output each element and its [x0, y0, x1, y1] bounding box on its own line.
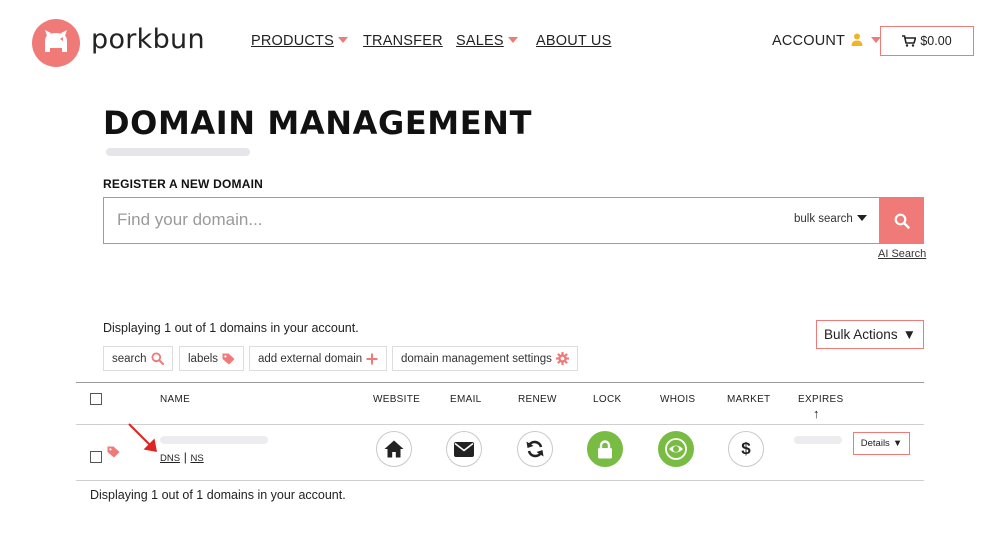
row-divider	[76, 480, 924, 481]
column-whois: WHOIS	[660, 394, 696, 405]
market-button[interactable]: $	[728, 431, 764, 467]
search-icon	[151, 352, 164, 365]
nav-sales-label: SALES	[456, 33, 504, 49]
whois-privacy-button[interactable]	[658, 431, 694, 467]
nav-products[interactable]: PRODUCTS	[251, 33, 348, 49]
register-domain-label: REGISTER A NEW DOMAIN	[103, 177, 263, 191]
nav-products-label: PRODUCTS	[251, 33, 334, 49]
cart-button[interactable]: $0.00	[880, 26, 974, 56]
domain-search-input[interactable]	[117, 210, 757, 230]
user-icon	[851, 33, 863, 46]
eye-icon	[665, 438, 687, 460]
plus-icon	[366, 353, 378, 364]
sort-arrow-icon[interactable]: ↑	[813, 406, 820, 421]
dollar-icon: $	[741, 439, 751, 458]
nav-transfer[interactable]: TRANSFER	[363, 33, 443, 49]
filter-label: labels	[188, 352, 219, 365]
caret-down-icon: ▼	[892, 438, 903, 449]
account-placeholder-bar	[106, 148, 250, 156]
column-market: MARKET	[727, 394, 771, 405]
porkbun-logo[interactable]	[32, 19, 80, 67]
cart-total: $0.00	[920, 34, 952, 48]
column-renew: RENEW	[518, 394, 557, 405]
ns-link[interactable]: NS	[190, 453, 203, 464]
row-checkbox[interactable]	[90, 451, 102, 463]
pig-icon	[45, 30, 67, 52]
envelope-icon	[454, 441, 474, 457]
lock-button[interactable]	[587, 431, 623, 467]
account-menu[interactable]: ACCOUNT	[772, 33, 882, 49]
cart-icon	[902, 35, 917, 47]
tag-icon	[222, 353, 235, 364]
nav-about-us[interactable]: ABOUT US	[536, 33, 611, 49]
table-top-divider	[76, 382, 924, 383]
chevron-down-icon	[507, 37, 518, 43]
website-button[interactable]	[376, 431, 412, 467]
select-all-checkbox[interactable]	[90, 393, 102, 405]
bulk-actions-label: Bulk Actions	[824, 327, 898, 342]
filter-search-button[interactable]: search	[103, 346, 173, 371]
domain-name-placeholder[interactable]	[160, 436, 268, 444]
search-button[interactable]	[879, 197, 924, 244]
bulk-search-label: bulk search	[794, 213, 853, 225]
filter-label: domain management settings	[401, 352, 552, 365]
domain-management-settings-button[interactable]: domain management settings	[392, 346, 578, 371]
email-button[interactable]	[446, 431, 482, 467]
brand-name[interactable]: porkbun	[91, 24, 205, 55]
dns-link[interactable]: DNS	[160, 453, 180, 464]
column-website: WEBSITE	[373, 394, 421, 405]
bulk-search-toggle[interactable]: bulk search	[794, 213, 867, 225]
domain-search-box: bulk search	[103, 197, 924, 244]
column-lock: LOCK	[593, 394, 622, 405]
domain-count-text: Displaying 1 out of 1 domains in your ac…	[103, 321, 359, 335]
link-separator: |	[183, 450, 187, 464]
caret-down-icon	[856, 215, 867, 221]
account-label: ACCOUNT	[772, 33, 845, 49]
renew-button[interactable]	[517, 431, 553, 467]
domain-count-text-bottom: Displaying 1 out of 1 domains in your ac…	[90, 488, 346, 502]
add-external-domain-button[interactable]: add external domain	[249, 346, 388, 371]
chevron-down-icon	[337, 37, 348, 43]
column-email: EMAIL	[450, 394, 482, 405]
annotation-arrow-icon	[128, 423, 157, 452]
lock-icon	[598, 439, 612, 458]
column-expires[interactable]: EXPIRES	[798, 394, 843, 405]
expiry-date-placeholder	[794, 436, 842, 444]
page-title: DOMAIN MANAGEMENT	[103, 104, 532, 142]
column-name[interactable]: NAME	[160, 394, 190, 405]
filter-labels-button[interactable]: labels	[179, 346, 245, 371]
nav-sales[interactable]: SALES	[456, 33, 518, 49]
header-row-divider	[76, 424, 924, 425]
refresh-icon	[526, 440, 544, 458]
ai-search-link[interactable]: AI Search	[878, 248, 926, 260]
filter-label: add external domain	[258, 352, 363, 365]
tag-icon[interactable]	[107, 446, 120, 458]
caret-down-icon: ▼	[902, 327, 916, 342]
details-label: Details	[860, 438, 890, 449]
home-icon	[384, 440, 404, 458]
gear-icon	[555, 352, 569, 365]
search-icon	[894, 213, 910, 229]
details-button[interactable]: Details ▼	[853, 432, 910, 455]
filter-label: search	[112, 352, 147, 365]
bulk-actions-button[interactable]: Bulk Actions ▼	[816, 320, 924, 349]
dns-ns-links: DNS | NS	[160, 450, 204, 464]
